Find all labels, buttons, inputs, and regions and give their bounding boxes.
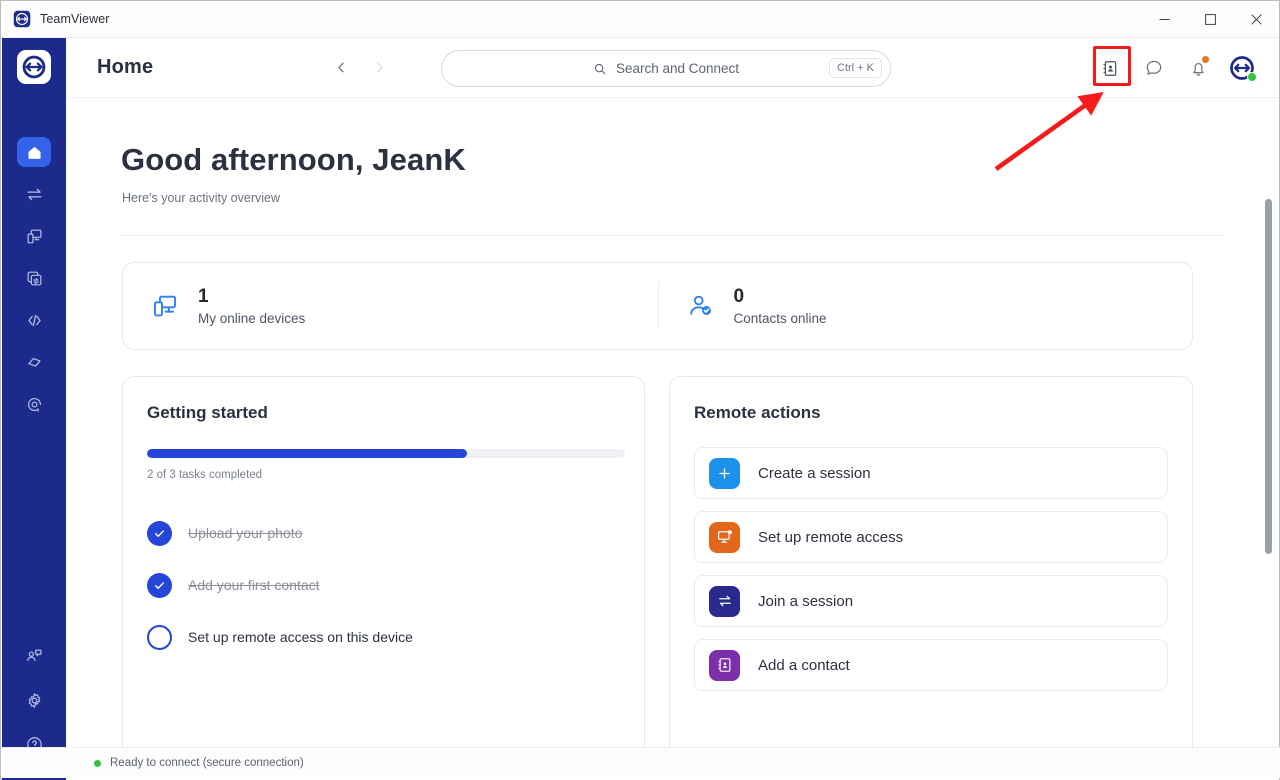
- monitor-access-icon: [709, 521, 740, 553]
- contacts-book-icon: [709, 649, 740, 681]
- gear-icon: [28, 692, 40, 708]
- status-text: Ready to connect (secure connection): [110, 757, 304, 769]
- chat-bubble-icon: [1146, 60, 1162, 75]
- sidebar-logo[interactable]: [2, 50, 66, 84]
- stat-online-devices[interactable]: 1 My online devices: [123, 286, 658, 326]
- stat-label: My online devices: [198, 310, 306, 326]
- panel-title: Remote actions: [694, 403, 821, 422]
- stat-contacts-online[interactable]: 0 Contacts online: [657, 281, 1193, 331]
- task-item[interactable]: Upload your photo: [147, 507, 620, 559]
- monitoring-target-icon: [27, 397, 41, 412]
- action-join-session[interactable]: Join a session: [694, 575, 1168, 627]
- task-label: Set up remote access on this device: [188, 629, 413, 645]
- stat-value: 0: [733, 286, 745, 308]
- back-button[interactable]: [328, 55, 354, 81]
- transfer-arrows-icon: [709, 585, 740, 617]
- stat-value: 1: [198, 286, 209, 308]
- teamviewer-logo-icon: [22, 55, 46, 79]
- sidebar-item-home[interactable]: [2, 131, 66, 173]
- window-controls: [1141, 1, 1279, 38]
- task-list: Upload your photo Add your first contact…: [147, 507, 620, 663]
- chat-button[interactable]: [1139, 53, 1169, 83]
- nav-arrows: [328, 55, 392, 81]
- status-indicator-dot: [94, 759, 101, 767]
- chevron-left-icon: [338, 62, 344, 73]
- annotation-highlight-box: [1093, 46, 1131, 86]
- sidebar: [2, 38, 66, 780]
- status-badge: [1247, 72, 1257, 82]
- home-icon: [27, 146, 41, 159]
- action-label: Join a session: [758, 592, 854, 610]
- content-scroll-area: Good afternoon, JeanK Here's your activi…: [66, 98, 1279, 754]
- plus-icon: [709, 457, 740, 489]
- progress-bar-fill: [147, 449, 468, 458]
- getting-started-panel: Getting started 2 of 3 tasks completed U…: [122, 376, 645, 754]
- devices-icon: [149, 290, 181, 322]
- transfer-arrows-icon: [27, 188, 41, 200]
- page-title: Home: [97, 56, 154, 78]
- notification-badge: [1202, 56, 1209, 63]
- sidebar-item-scripts[interactable]: [2, 299, 66, 341]
- search-input[interactable]: Search and Connect Ctrl + K: [441, 50, 891, 87]
- minimize-button[interactable]: [1141, 1, 1187, 38]
- window-title: TeamViewer: [40, 12, 110, 26]
- sidebar-item-settings[interactable]: [2, 678, 66, 722]
- panels-row: Getting started 2 of 3 tasks completed U…: [122, 376, 1279, 754]
- scrollbar-thumb[interactable]: [1265, 199, 1272, 554]
- action-add-contact[interactable]: Add a contact: [694, 639, 1168, 691]
- task-check-done-icon: [147, 520, 172, 546]
- panel-title: Getting started: [147, 403, 268, 422]
- sidebar-item-devices[interactable]: [2, 215, 66, 257]
- sidebar-item-remote-control[interactable]: [2, 173, 66, 215]
- contact-check-icon: [685, 290, 717, 322]
- task-check-done-icon: [147, 572, 172, 598]
- code-brackets-icon: [27, 314, 41, 326]
- action-create-session[interactable]: Create a session: [694, 447, 1168, 499]
- chevron-right-icon: [377, 62, 383, 73]
- search-shortcut-badge: Ctrl + K: [829, 58, 882, 78]
- action-label: Create a session: [758, 464, 871, 482]
- action-set-up-remote-access[interactable]: Set up remote access: [694, 511, 1168, 563]
- annotation-arrow: [994, 92, 1104, 171]
- sidebar-item-monitoring[interactable]: [2, 383, 66, 425]
- action-label: Set up remote access: [758, 528, 904, 546]
- scrollbar[interactable]: [1263, 159, 1274, 754]
- notifications-button[interactable]: [1183, 53, 1213, 83]
- maximize-button[interactable]: [1187, 1, 1233, 38]
- status-bar: Ready to connect (secure connection): [2, 747, 1280, 778]
- diamond-tag-icon: [27, 357, 41, 367]
- file-share-icon: [27, 271, 41, 285]
- forward-button[interactable]: [366, 55, 392, 81]
- task-check-empty-icon: [147, 624, 172, 650]
- stat-label: Contacts online: [733, 310, 827, 326]
- stats-card: 1 My online devices 0 Contacts online: [122, 262, 1193, 350]
- search-icon: [594, 63, 606, 74]
- sidebar-item-contacts-chat[interactable]: [2, 634, 66, 678]
- teamviewer-window: TeamViewer Home Search and Connect Ctrl …: [0, 0, 1280, 780]
- title-bar: TeamViewer: [1, 1, 1279, 38]
- search-placeholder: Search and Connect: [615, 61, 740, 76]
- user-avatar[interactable]: [1227, 53, 1257, 83]
- remote-actions-panel: Remote actions Create a session Set up r…: [669, 376, 1193, 754]
- close-button[interactable]: [1233, 1, 1279, 38]
- sidebar-item-augmented-reality[interactable]: [2, 341, 66, 383]
- task-item[interactable]: Set up remote access on this device: [147, 611, 620, 663]
- header-divider: [122, 235, 1223, 236]
- task-item[interactable]: Add your first contact: [147, 559, 620, 611]
- sidebar-nav: [2, 131, 66, 425]
- action-label: Add a contact: [758, 656, 850, 674]
- progress-label: 2 of 3 tasks completed: [147, 469, 263, 481]
- task-label: Upload your photo: [188, 525, 303, 541]
- greeting-subtitle: Here's your activity overview: [122, 191, 280, 205]
- devices-icon: [27, 229, 41, 243]
- teamviewer-logo-icon: [13, 10, 31, 28]
- progress-bar: [147, 449, 625, 458]
- task-label: Add your first contact: [188, 577, 320, 593]
- remote-actions-list: Create a session Set up remote access Jo…: [694, 447, 1168, 691]
- sidebar-item-file-transfer[interactable]: [2, 257, 66, 299]
- contacts-chat-icon: [26, 649, 41, 661]
